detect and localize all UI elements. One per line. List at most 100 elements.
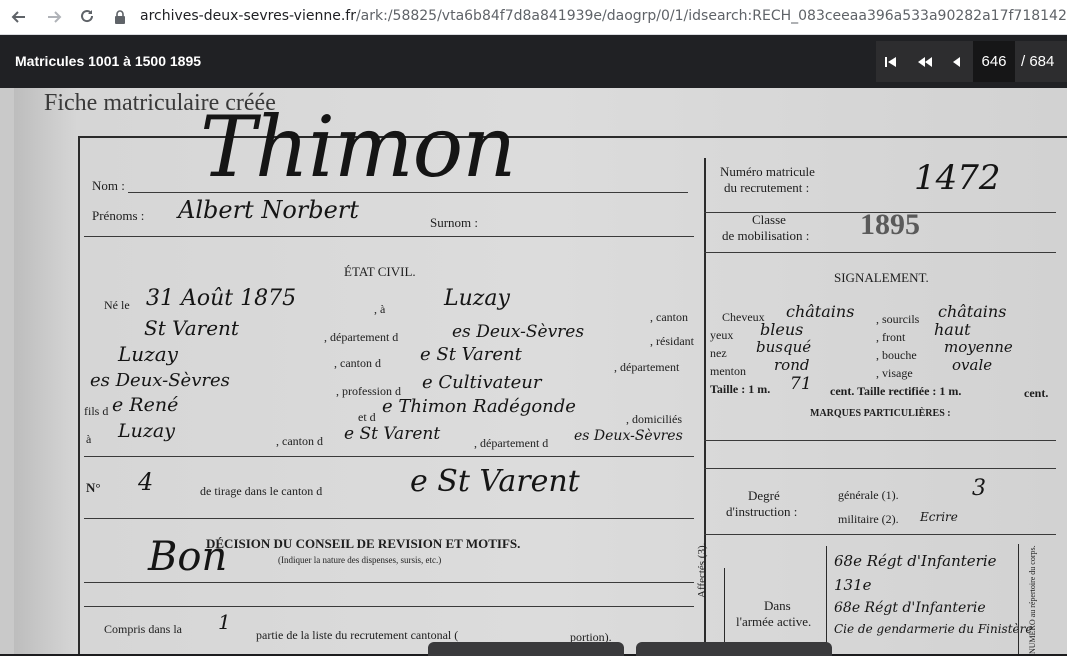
sourcils: châtains	[938, 302, 1007, 321]
divider	[1018, 544, 1019, 654]
parents-place: Luzay	[118, 420, 175, 442]
label-fils-de: fils d	[84, 404, 109, 418]
mother: e Thimon Radégonde	[382, 396, 576, 417]
label-front: , front	[876, 330, 906, 344]
label-menton: menton	[710, 364, 746, 378]
father: e René	[112, 394, 179, 416]
rule	[704, 534, 1056, 535]
label-dans: Dans	[764, 598, 791, 613]
document-viewport[interactable]: Fiche matriculaire créée Thimon Nom : Pr…	[0, 88, 1067, 654]
decision-subtitle: (Indiquer la nature des dispenses, sursi…	[278, 555, 442, 565]
residence: Luzay	[118, 342, 178, 366]
departement: es Deux-Sèvres	[452, 322, 585, 342]
label-mobilisation: de mobilisation :	[722, 228, 810, 243]
generale: 3	[972, 476, 986, 501]
url-host: archives-deux-sevres-vienne.fr	[140, 8, 356, 24]
parents-canton: e St Varent	[344, 424, 441, 444]
label-resident: , résidant	[650, 334, 694, 348]
lock-icon[interactable]	[112, 8, 128, 26]
canton-of: St Varent	[144, 316, 239, 340]
label-prenoms: Prénoms :	[92, 208, 145, 223]
matricule-sheet: Fiche matriculaire créée Thimon Nom : Pr…	[14, 88, 1067, 654]
reload-icon[interactable]	[76, 6, 98, 28]
label-partie: partie de la liste du recrutement canton…	[256, 628, 459, 642]
label-canton-de: , canton d	[276, 434, 323, 448]
label-generale: générale (1).	[838, 488, 899, 502]
label-no: N°	[86, 480, 101, 495]
decision-handwritten: Bon	[148, 534, 228, 580]
label-ne-le: Né le	[104, 298, 130, 312]
prenoms-handwritten: Albert Norbert	[178, 196, 359, 224]
label-militaire: militaire (2).	[838, 512, 899, 526]
first-page-icon	[885, 56, 896, 67]
label-nez: nez	[710, 346, 727, 360]
label-a: , à	[374, 302, 386, 316]
page-number-input[interactable]: 646	[973, 41, 1015, 82]
label-classe: Classe	[752, 212, 786, 227]
affectation-4: Cie de gendarmerie du Finistère	[834, 622, 1033, 636]
cheveux: châtains	[786, 302, 855, 321]
parents-departement: es Deux-Sèvres	[574, 428, 683, 444]
etat-civil-title: ÉTAT CIVIL.	[344, 264, 416, 279]
bouche: moyenne	[944, 338, 1013, 356]
url-field[interactable]: archives-deux-sevres-vienne.fr/ark:/5882…	[140, 8, 1067, 24]
label-cheveux: Cheveux	[722, 310, 765, 324]
tirage-canton: e St Varent	[410, 464, 580, 499]
label-armee: l'armée active.	[736, 614, 812, 629]
marques-title: MARQUES PARTICULIÈRES :	[810, 408, 951, 419]
back-arrow-icon[interactable]	[8, 6, 30, 28]
label-a2: à	[86, 432, 92, 446]
rule	[704, 440, 1056, 441]
tirage-number: 4	[138, 468, 154, 496]
viewer-toolbar: Matricules 1001 à 1500 1895 646 / 684	[0, 35, 1067, 88]
label-tirage: de tirage dans le canton d	[200, 484, 323, 498]
previous-ten-pages-button[interactable]	[910, 41, 940, 82]
label-instruction: d'instruction :	[726, 504, 798, 519]
label-departement2: , département	[614, 360, 680, 374]
label-numero-side: NUMÉRO au répertoire du corps.	[1028, 545, 1037, 654]
label-compris: Compris dans la	[104, 622, 182, 636]
rule	[704, 252, 1056, 253]
label-nom: Nom :	[92, 178, 125, 193]
militaire: Ecrire	[920, 510, 958, 524]
page-total: / 684	[1021, 53, 1055, 70]
numero-handwritten: 1472	[914, 158, 1001, 198]
label-taille: Taille : 1 m.	[710, 382, 771, 396]
divider	[826, 546, 827, 654]
first-page-button[interactable]	[876, 41, 906, 82]
profession: e Cultivateur	[422, 372, 542, 393]
double-left-arrow-icon	[918, 56, 932, 67]
label-departement3: , département d	[474, 436, 549, 450]
label-taille-rect: cent. Taille rectifiée : 1 m.	[830, 384, 962, 398]
forward-arrow-icon[interactable]	[43, 6, 65, 28]
nez: busqué	[756, 338, 812, 356]
label-degre: Degré	[748, 488, 780, 503]
birth-date: 31 Août 1875	[146, 286, 297, 311]
yeux: bleus	[760, 320, 804, 339]
document-title: Matricules 1001 à 1500 1895	[15, 53, 202, 69]
surname-handwritten: Thimon	[200, 98, 516, 196]
label-yeux: yeux	[710, 328, 734, 342]
rule	[84, 582, 694, 583]
label-affectes: Affectés (3).	[696, 542, 708, 598]
rule	[704, 468, 1056, 469]
classe-stamp: 1895	[860, 208, 920, 241]
visage: ovale	[952, 356, 993, 374]
rule	[84, 518, 694, 519]
menton: rond	[774, 356, 810, 374]
label-cent: cent.	[1024, 386, 1049, 400]
residence-canton: e St Varent	[420, 344, 522, 365]
affectation-2: 131e	[834, 576, 872, 594]
label-surnom: Surnom :	[430, 215, 479, 230]
previous-page-button[interactable]	[942, 41, 972, 82]
rule	[128, 192, 688, 193]
label-numero: Numéro matricule	[720, 164, 815, 179]
label-recrutement: du recrutement :	[724, 180, 810, 195]
label-domicilies: , domiciliés	[626, 412, 682, 426]
pagination: 646 / 684	[876, 41, 1067, 82]
label-sourcils: , sourcils	[876, 312, 920, 326]
label-canton-d: , canton d	[334, 356, 381, 370]
label-bouche: , bouche	[876, 348, 917, 362]
rule	[84, 236, 694, 237]
compris: 1	[218, 610, 231, 634]
